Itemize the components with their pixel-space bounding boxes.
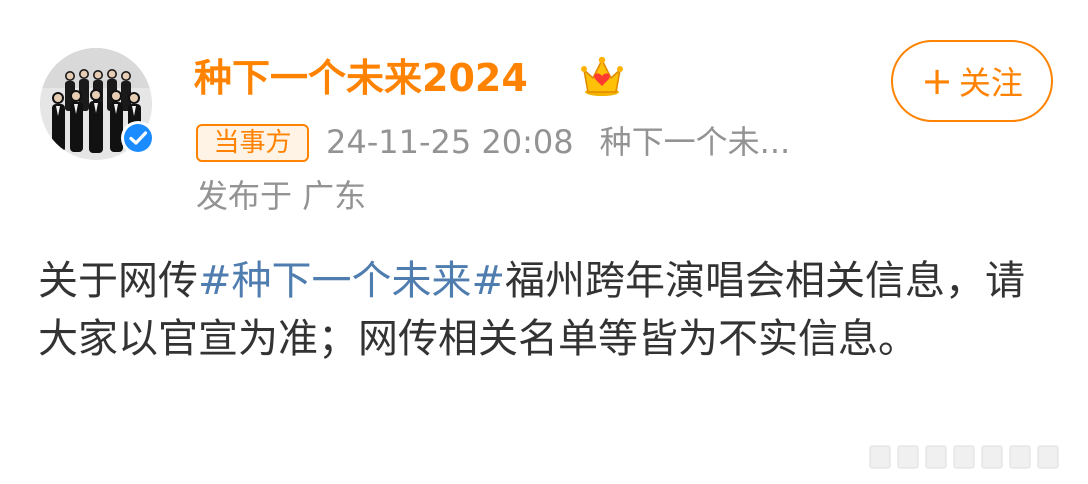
plus-icon: + — [921, 59, 953, 103]
vip-crown-icon[interactable] — [578, 54, 626, 100]
post-timestamp[interactable]: 24-11-25 20:08 — [326, 123, 574, 161]
post-source: 种下一个未... — [599, 123, 791, 161]
weibo-post-card: 种下一个未来2024 + 关注 当事方 24-11-25 20:08 种下一个未.… — [0, 0, 1088, 484]
post-body: 关于网传#种下一个未来#福州跨年演唱会相关信息，请大家以官宣为准；网传相关名单等… — [38, 252, 1048, 368]
watermark-icon — [869, 445, 1059, 469]
post-meta: 24-11-25 20:08 种下一个未... — [326, 120, 790, 164]
follow-button[interactable]: + 关注 — [891, 40, 1053, 122]
username-link[interactable]: 种下一个未来2024 — [194, 52, 528, 104]
party-badge: 当事方 — [196, 124, 309, 162]
hashtag-link[interactable]: #种下一个未来# — [198, 258, 505, 304]
verified-badge-icon — [121, 121, 155, 155]
avatar-container[interactable] — [40, 48, 155, 160]
post-location: 发布于 广东 — [196, 177, 367, 215]
body-text-prefix: 关于网传 — [38, 258, 198, 304]
follow-label: 关注 — [958, 64, 1023, 102]
